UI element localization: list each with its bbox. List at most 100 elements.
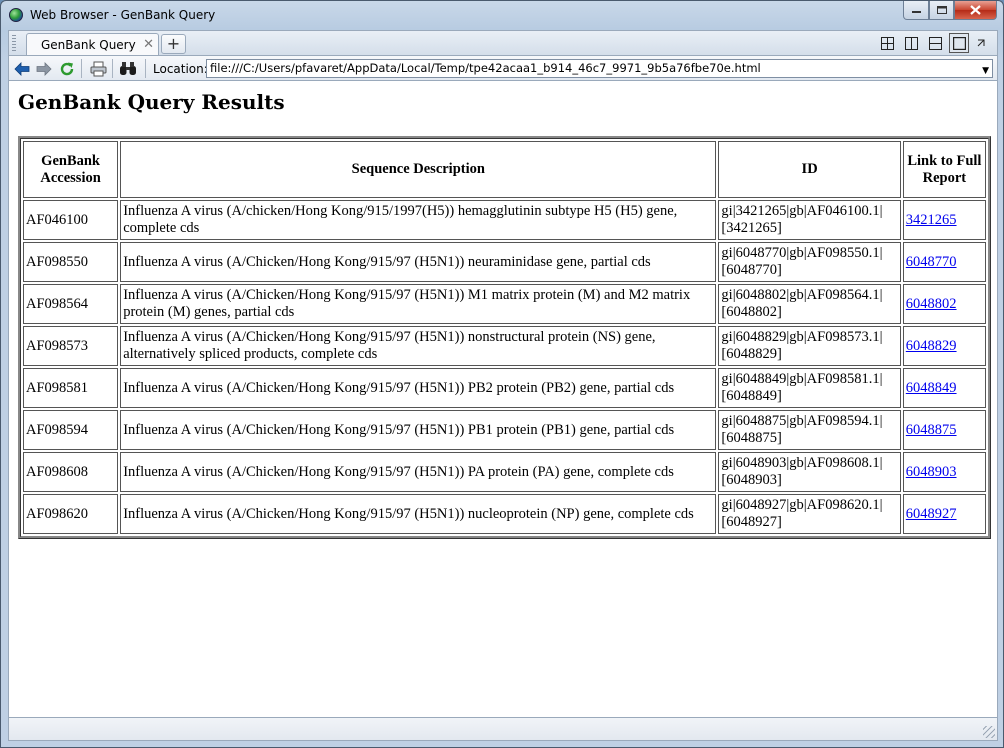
results-table: GenBank Accession Sequence Description I… (18, 136, 991, 539)
vertical-split-icon (904, 36, 918, 50)
id-cell: gi|6048875|gb|AF098594.1|[6048875] (718, 410, 901, 450)
page-content: GenBank Query Results GenBank Accession … (8, 81, 998, 717)
table-row: AF098594 Influenza A virus (A/Chicken/Hon… (23, 410, 986, 450)
browser-window: Web Browser - GenBank Query GenBank Quer… (0, 0, 1004, 748)
table-row: AF098608 Influenza A virus (A/Chicken/Hon… (23, 452, 986, 492)
id-cell: gi|6048802|gb|AF098564.1|[6048802] (718, 284, 901, 324)
id-cell: gi|6048903|gb|AF098608.1|[6048903] (718, 452, 901, 492)
location-url: file:///C:/Users/pfavaret/AppData/Local/… (210, 61, 761, 75)
table-body: AF046100 Influenza A virus (A/chicken/Hon… (23, 200, 986, 534)
toolbar-separator (112, 59, 113, 78)
table-row: AF046100 Influenza A virus (A/chicken/Hon… (23, 200, 986, 240)
toolbar-separator (81, 59, 82, 78)
accession-cell: AF098550 (23, 242, 119, 282)
undock-arrow-icon (977, 39, 985, 47)
full-report-link[interactable]: 3421265 (906, 212, 957, 228)
header-accession: GenBank Accession (23, 141, 119, 198)
page-title: GenBank Query Results (18, 90, 285, 114)
status-bar (8, 717, 998, 741)
id-cell: gi|6048770|gb|AF098550.1|[6048770] (718, 242, 901, 282)
tab-bar-grip[interactable] (12, 35, 16, 51)
grid-layout-button[interactable] (877, 33, 897, 53)
description-cell: Influenza A virus (A/Chicken/Hong Kong/9… (120, 326, 717, 366)
find-binoculars-icon[interactable] (119, 60, 137, 77)
title-bar[interactable]: Web Browser - GenBank Query (1, 1, 1003, 29)
id-cell: gi|6048849|gb|AF098581.1|[6048849] (718, 368, 901, 408)
maximize-icon (936, 6, 947, 14)
accession-cell: AF098573 (23, 326, 119, 366)
layout-buttons (877, 33, 989, 53)
minimize-icon (911, 11, 921, 13)
chevron-down-icon[interactable]: ▼ (982, 64, 989, 77)
full-report-link[interactable]: 6048927 (906, 506, 957, 522)
location-label: Location: (153, 62, 208, 76)
link-cell: 6048802 (902, 284, 986, 324)
navigation-toolbar: Location: file:///C:/Users/pfavaret/AppD… (8, 55, 998, 81)
description-cell: Influenza A virus (A/Chicken/Hong Kong/9… (120, 494, 717, 534)
table-header-row: GenBank Accession Sequence Description I… (23, 141, 986, 198)
accession-cell: AF046100 (23, 200, 119, 240)
link-cell: 6048875 (902, 410, 986, 450)
back-arrow-icon[interactable] (13, 60, 31, 77)
accession-cell: AF098564 (23, 284, 119, 324)
vertical-split-button[interactable] (901, 33, 921, 53)
table-row: AF098550 Influenza A virus (A/Chicken/Hon… (23, 242, 986, 282)
tab-bar: GenBank Query ✕ + (8, 30, 998, 56)
full-report-link[interactable]: 6048829 (906, 338, 957, 354)
full-report-link[interactable]: 6048849 (906, 380, 957, 396)
link-cell: 6048829 (902, 326, 986, 366)
table-row: AF098573 Influenza A virus (A/Chicken/Hon… (23, 326, 986, 366)
description-cell: Influenza A virus (A/Chicken/Hong Kong/9… (120, 368, 717, 408)
globe-app-icon (9, 8, 23, 22)
horizontal-split-button[interactable] (925, 33, 945, 53)
grid-layout-icon (880, 36, 894, 50)
full-report-link[interactable]: 6048802 (906, 296, 957, 312)
location-input[interactable]: file:///C:/Users/pfavaret/AppData/Local/… (206, 59, 993, 78)
tab-close-icon[interactable]: ✕ (143, 37, 154, 52)
accession-cell: AF098581 (23, 368, 119, 408)
description-cell: Influenza A virus (A/chicken/Hong Kong/9… (120, 200, 717, 240)
refresh-icon[interactable] (58, 60, 76, 77)
close-window-button[interactable] (954, 1, 997, 20)
tab-menu-button[interactable] (973, 33, 989, 53)
link-cell: 6048927 (902, 494, 986, 534)
table-row: AF098620 Influenza A virus (A/Chicken/Hon… (23, 494, 986, 534)
full-report-link[interactable]: 6048770 (906, 254, 957, 270)
link-cell: 6048770 (902, 242, 986, 282)
description-cell: Influenza A virus (A/Chicken/Hong Kong/9… (120, 284, 717, 324)
resize-grip-icon[interactable] (983, 726, 995, 738)
full-report-link[interactable]: 6048903 (906, 464, 957, 480)
description-cell: Influenza A virus (A/Chicken/Hong Kong/9… (120, 242, 717, 282)
id-cell: gi|6048927|gb|AF098620.1|[6048927] (718, 494, 901, 534)
link-cell: 6048849 (902, 368, 986, 408)
new-tab-button[interactable]: + (161, 34, 186, 54)
close-icon (970, 5, 981, 15)
print-icon[interactable] (89, 60, 107, 77)
maximize-button[interactable] (929, 1, 954, 20)
table-row: AF098581 Influenza A virus (A/Chicken/Hon… (23, 368, 986, 408)
accession-cell: AF098608 (23, 452, 119, 492)
link-cell: 3421265 (902, 200, 986, 240)
forward-arrow-icon[interactable] (35, 60, 53, 77)
table-row: AF098564 Influenza A virus (A/Chicken/Hon… (23, 284, 986, 324)
tab-genbank-query[interactable]: GenBank Query ✕ (26, 33, 159, 56)
minimize-button[interactable] (903, 1, 929, 20)
single-view-icon (952, 36, 966, 50)
link-cell: 6048903 (902, 452, 986, 492)
horizontal-split-icon (928, 36, 942, 50)
toolbar-separator (145, 59, 146, 78)
window-controls (903, 1, 997, 20)
single-view-button[interactable] (949, 33, 969, 53)
header-id: ID (718, 141, 901, 198)
id-cell: gi|3421265|gb|AF046100.1|[3421265] (718, 200, 901, 240)
id-cell: gi|6048829|gb|AF098573.1|[6048829] (718, 326, 901, 366)
description-cell: Influenza A virus (A/Chicken/Hong Kong/9… (120, 410, 717, 450)
accession-cell: AF098620 (23, 494, 119, 534)
header-description: Sequence Description (120, 141, 717, 198)
accession-cell: AF098594 (23, 410, 119, 450)
description-cell: Influenza A virus (A/Chicken/Hong Kong/9… (120, 452, 717, 492)
window-title: Web Browser - GenBank Query (30, 8, 216, 22)
header-link: Link to Full Report (902, 141, 986, 198)
full-report-link[interactable]: 6048875 (906, 422, 957, 438)
tab-label: GenBank Query (41, 38, 136, 52)
